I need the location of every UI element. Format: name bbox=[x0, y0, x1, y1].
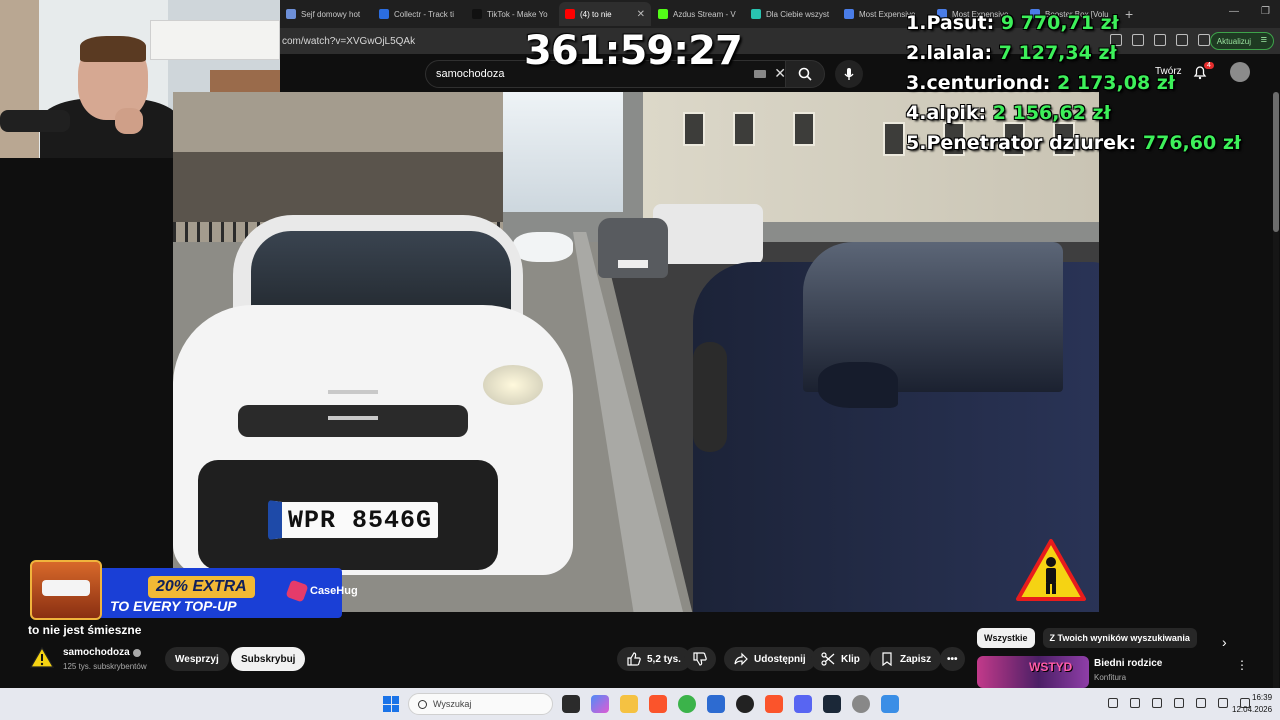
bookmark-icon bbox=[882, 652, 892, 666]
shield-tray-icon[interactable] bbox=[1196, 698, 1206, 708]
settings-gear-icon[interactable] bbox=[852, 695, 870, 713]
screen: Sejf domowy hot Collectr - Track ti TikT… bbox=[0, 0, 1280, 720]
chest-icon bbox=[30, 560, 102, 620]
leaderboard-row: 2.lalala: 7 127,34 zł bbox=[906, 42, 1117, 64]
brave-beta-icon[interactable] bbox=[765, 695, 783, 713]
maximize-icon[interactable]: ❐ bbox=[1261, 6, 1270, 17]
warning-person-icon bbox=[1016, 539, 1086, 601]
system-tray bbox=[1108, 698, 1250, 708]
taskbar-clock[interactable]: 16:39 12.04.2026 bbox=[1232, 692, 1272, 716]
more-actions-button[interactable]: ••• bbox=[940, 647, 965, 671]
white-car: WPR 8546G bbox=[173, 215, 577, 585]
app-icon[interactable] bbox=[881, 695, 899, 713]
tab-favicon-icon bbox=[751, 9, 761, 19]
display-icon[interactable] bbox=[1218, 698, 1228, 708]
browser-tab[interactable]: Sejf domowy hot bbox=[280, 2, 372, 26]
browser-tab[interactable]: Collectr - Track ti bbox=[373, 2, 465, 26]
promo-subline: TO EVERY TOP-UP bbox=[110, 598, 237, 614]
verified-icon bbox=[132, 648, 141, 657]
chevron-right-icon[interactable]: › bbox=[1222, 634, 1227, 650]
steam-icon[interactable] bbox=[823, 695, 841, 713]
cloud-icon[interactable] bbox=[1130, 698, 1140, 708]
promo-brand: CaseHug bbox=[285, 579, 358, 603]
search-button[interactable] bbox=[785, 60, 825, 88]
store-icon[interactable] bbox=[707, 695, 725, 713]
network-icon[interactable] bbox=[1152, 698, 1162, 708]
subscriber-count: 125 tys. subskrybentów bbox=[63, 662, 147, 671]
channel-name[interactable]: samochodoza bbox=[63, 647, 141, 658]
share-button[interactable]: Udostępnij bbox=[724, 647, 816, 671]
save-button[interactable]: Zapisz bbox=[870, 647, 942, 671]
browser-tab[interactable]: Dla Ciebie wszyst bbox=[745, 2, 837, 26]
windows-taskbar: Wyszukaj 16:39 12.04.2026 bbox=[0, 688, 1280, 720]
donation-leaderboard: 1.Pasut: 9 770,71 zł 2.lalala: 7 127,34 … bbox=[906, 8, 1241, 158]
taskbar-search[interactable]: Wyszukaj bbox=[408, 693, 553, 715]
sponsor-banner: 20% EXTRA TO EVERY TOP-UP CaseHug bbox=[30, 560, 358, 620]
microphone-tray-icon[interactable] bbox=[1174, 698, 1184, 708]
recommendation-title[interactable]: Biedni rodzice bbox=[1094, 658, 1162, 669]
tab-favicon-icon bbox=[472, 9, 482, 19]
channel-avatar[interactable] bbox=[30, 646, 54, 670]
search-icon bbox=[798, 67, 812, 81]
leaderboard-row: 5.Penetrator dziurek: 776,60 zł bbox=[906, 132, 1241, 154]
recommendation-thumbnail[interactable]: WSTYD bbox=[977, 656, 1089, 688]
file-explorer-icon[interactable] bbox=[620, 695, 638, 713]
tray-chevron-icon[interactable] bbox=[1108, 698, 1118, 708]
share-icon bbox=[734, 652, 748, 666]
video-title: to nie jest śmieszne bbox=[28, 623, 142, 637]
thumbs-up-icon bbox=[627, 652, 641, 666]
browser-tab[interactable]: TikTok - Make Yo bbox=[466, 2, 558, 26]
windows-start-icon[interactable] bbox=[383, 696, 399, 712]
recommendation-channel[interactable]: Konfitura bbox=[1094, 673, 1126, 682]
leaderboard-row: 1.Pasut: 9 770,71 zł bbox=[906, 12, 1119, 34]
task-view-icon[interactable] bbox=[562, 695, 580, 713]
youtube-favicon-icon bbox=[565, 9, 575, 19]
recommendation-filters: Wszystkie Z Twoich wyników wyszukiwania bbox=[977, 628, 1197, 648]
thumbs-down-icon bbox=[693, 652, 707, 666]
tab-favicon-icon bbox=[286, 9, 296, 19]
microphone-icon bbox=[844, 68, 854, 80]
tab-favicon-icon bbox=[379, 9, 389, 19]
car-logo-icon bbox=[328, 390, 378, 420]
close-tab-icon[interactable]: ✕ bbox=[637, 9, 645, 20]
discord-icon[interactable] bbox=[794, 695, 812, 713]
obs-icon[interactable] bbox=[736, 695, 754, 713]
url-field[interactable]: com/watch?v=XVGwOjL5QAk bbox=[282, 36, 415, 47]
voice-search-button[interactable] bbox=[835, 60, 863, 88]
microphone bbox=[0, 110, 70, 132]
tab-favicon-icon bbox=[658, 9, 668, 19]
clip-button[interactable]: Klip bbox=[811, 647, 870, 671]
keyboard-icon[interactable] bbox=[754, 70, 766, 78]
license-plate: WPR 8546G bbox=[268, 500, 440, 540]
browser-tab-active[interactable]: (4) to nie ✕ bbox=[559, 2, 651, 26]
chip-from-search[interactable]: Z Twoich wyników wyszukiwania bbox=[1042, 628, 1197, 648]
tab-favicon-icon bbox=[844, 9, 854, 19]
casehug-logo-icon bbox=[285, 579, 309, 603]
video-player[interactable]: WPR 8546G bbox=[173, 92, 1099, 612]
subscribe-button[interactable]: Subskrybuj bbox=[231, 647, 306, 671]
browser-tab[interactable]: Azdus Stream - V bbox=[652, 2, 744, 26]
chip-all[interactable]: Wszystkie bbox=[977, 628, 1035, 648]
more-horizontal-icon: ••• bbox=[947, 653, 958, 665]
dislike-button[interactable] bbox=[684, 647, 716, 671]
leaderboard-row: 3.centuriond: 2 173,08 zł bbox=[906, 72, 1175, 94]
scissors-icon bbox=[821, 652, 835, 666]
chrome-icon[interactable] bbox=[678, 695, 696, 713]
support-button[interactable]: Wesprzyj bbox=[165, 647, 229, 671]
more-vertical-icon[interactable]: ⋮ bbox=[1236, 658, 1248, 672]
like-button[interactable]: 5,2 tys. bbox=[617, 647, 691, 671]
leaderboard-row: 4.alpik: 2 156,62 zł bbox=[906, 102, 1111, 124]
copilot-icon[interactable] bbox=[591, 695, 609, 713]
promo-headline: 20% EXTRA bbox=[148, 576, 255, 598]
page-scrollbar[interactable] bbox=[1273, 92, 1279, 692]
brave-browser-icon[interactable] bbox=[649, 695, 667, 713]
subathon-timer: 361:59:27 bbox=[524, 28, 743, 74]
